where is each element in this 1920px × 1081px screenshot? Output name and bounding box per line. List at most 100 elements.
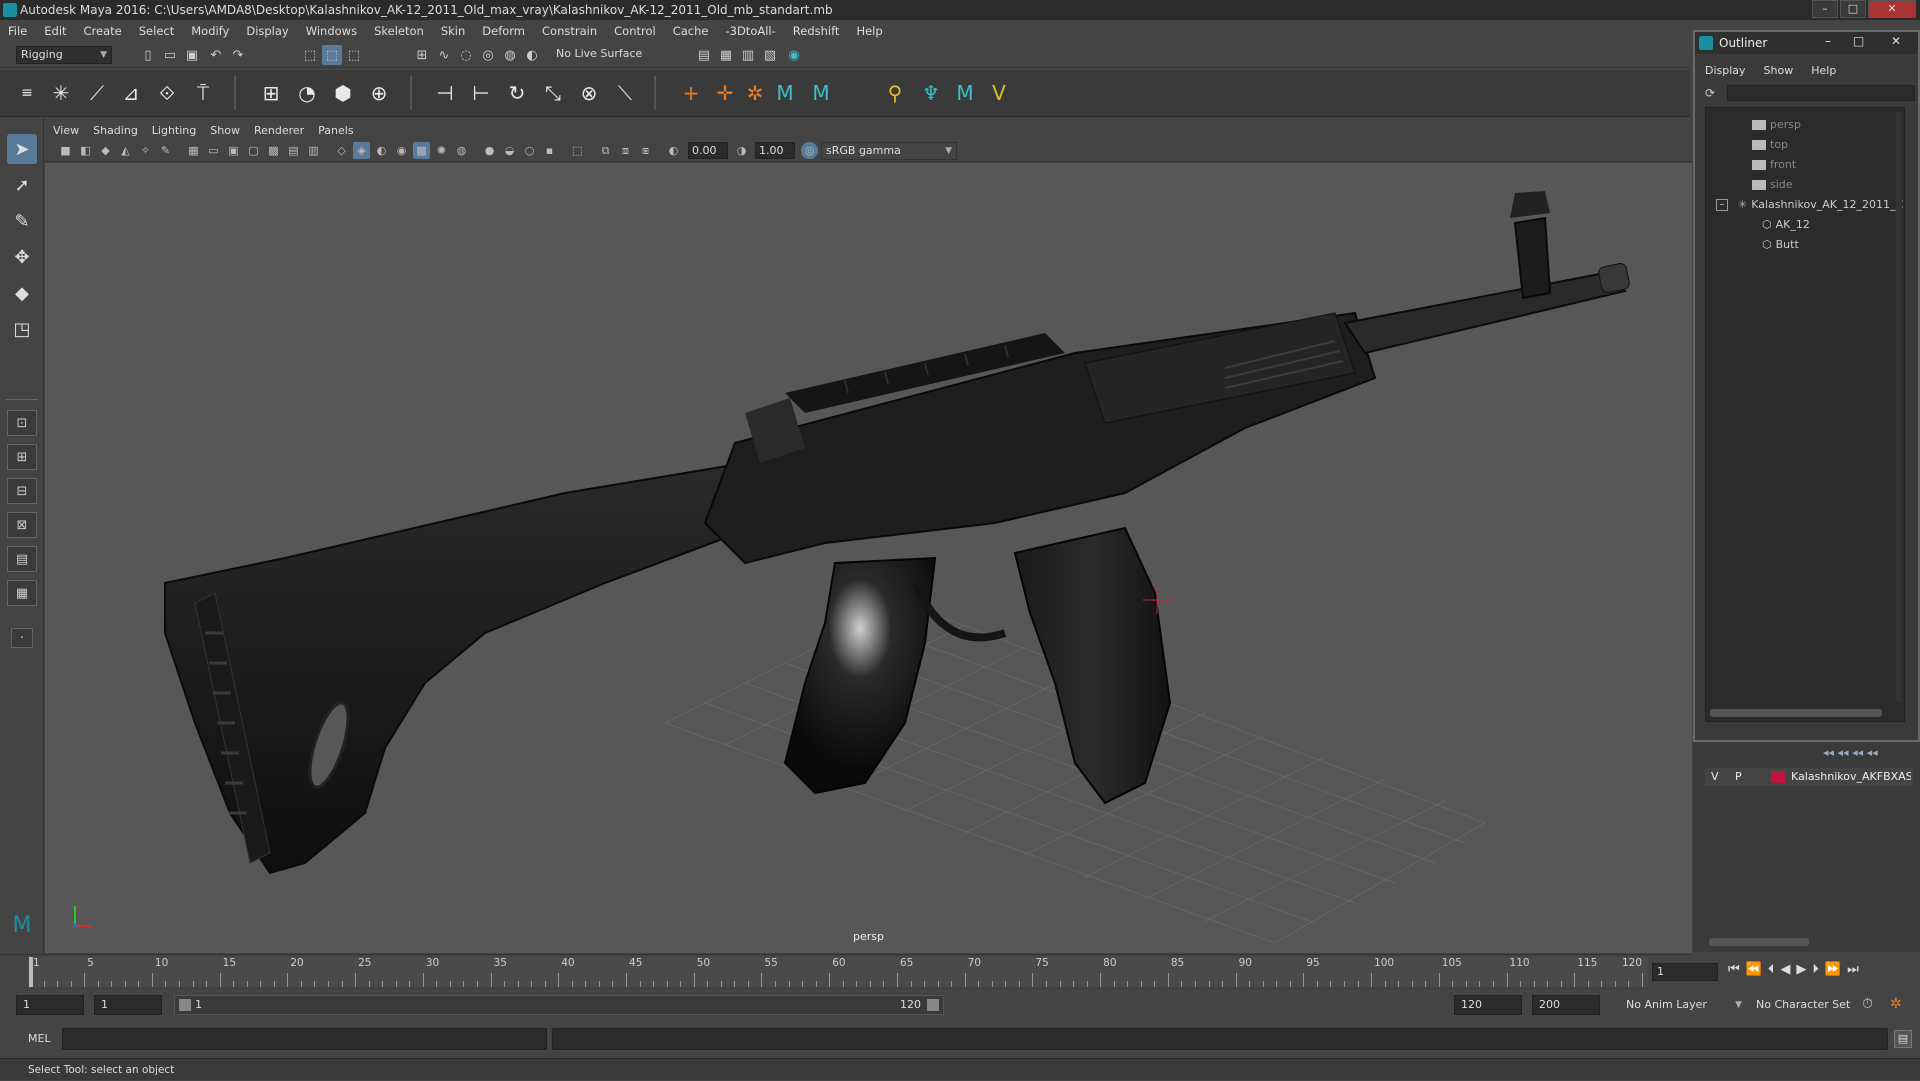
- hik-skeleton-icon[interactable]: ✛: [710, 78, 740, 108]
- render-view-icon[interactable]: ▧: [760, 45, 780, 65]
- panel-menu-renderer[interactable]: Renderer: [254, 124, 304, 137]
- end-time-field[interactable]: 200: [1532, 995, 1600, 1015]
- isolate-select-icon[interactable]: ⬚: [569, 142, 586, 159]
- paint-select-icon[interactable]: ✎: [7, 206, 37, 236]
- snap-surface-icon[interactable]: ◍: [500, 45, 520, 65]
- menu-cache[interactable]: Cache: [673, 24, 709, 38]
- ik-spline-icon[interactable]: ⊿: [116, 78, 146, 108]
- colorspace-dropdown[interactable]: sRGB gamma ▼: [821, 142, 957, 160]
- outliner-item-ak12[interactable]: ⬡ AK_12: [1762, 216, 1810, 234]
- go-to-start-icon[interactable]: ⏮: [1728, 962, 1740, 977]
- undo-icon[interactable]: ↶: [206, 45, 226, 65]
- menu-redshift[interactable]: Redshift: [793, 24, 840, 38]
- paint-weights-icon[interactable]: ◔: [292, 78, 322, 108]
- image-plane-icon[interactable]: ◭: [117, 142, 134, 159]
- camera-attr-icon[interactable]: ◧: [77, 142, 94, 159]
- exposure-field[interactable]: 0.00: [688, 142, 728, 159]
- maya-tool-icon[interactable]: M: [770, 78, 800, 108]
- panel-menu-view[interactable]: View: [53, 124, 79, 137]
- xray-icon[interactable]: ◉: [393, 142, 410, 159]
- scale-constraint-icon[interactable]: ⤡: [538, 78, 568, 108]
- menu-skin[interactable]: Skin: [441, 24, 465, 38]
- scale-tool-icon[interactable]: ◳: [7, 314, 37, 344]
- film-gate-icon[interactable]: ▭: [205, 142, 222, 159]
- step-back-key-icon[interactable]: ⏴: [1768, 962, 1775, 977]
- snap-view-icon[interactable]: ◎: [478, 45, 498, 65]
- outliner-item-kalashnikov[interactable]: – ✳ Kalashnikov_AK_12_2011_C: [1716, 196, 1903, 214]
- pole-vector-icon[interactable]: ⟍: [610, 78, 640, 108]
- depth-of-field-icon[interactable]: ▪: [541, 142, 558, 159]
- use-all-lights-icon[interactable]: ✺: [433, 142, 450, 159]
- play-forwards-icon[interactable]: ▶: [1796, 962, 1806, 977]
- anim-layer-dropdown[interactable]: No Anim Layer ▼: [1620, 995, 1744, 1015]
- wireframe-icon[interactable]: ◇: [333, 142, 350, 159]
- range-start-handle[interactable]: [179, 999, 191, 1011]
- menu-control[interactable]: Control: [614, 24, 656, 38]
- layer-playback-toggle[interactable]: P: [1735, 768, 1742, 786]
- outliner-menu-show[interactable]: Show: [1764, 64, 1794, 82]
- menu-skeleton[interactable]: Skeleton: [374, 24, 424, 38]
- 2d-pan-zoom-icon[interactable]: ✧: [137, 142, 154, 159]
- color-management-icon[interactable]: ◎: [801, 142, 818, 159]
- refresh-icon[interactable]: ⟳: [1705, 86, 1715, 100]
- open-scene-icon[interactable]: ▭: [160, 45, 180, 65]
- resolution-gate-icon[interactable]: ▣: [225, 142, 242, 159]
- render-frame-icon[interactable]: ▦: [716, 45, 736, 65]
- time-slider[interactable]: 1 5 10 15 20 25 30 35 40 45 50 55 60 65 70 75 80 85 90 95 10…: [0, 954, 1859, 990]
- close-button[interactable]: ✕: [1868, 0, 1916, 18]
- script-editor-icon[interactable]: ▤: [1894, 1030, 1912, 1048]
- outliner-item-persp[interactable]: persp: [1752, 116, 1801, 134]
- outliner-hscrollbar[interactable]: [1710, 709, 1882, 717]
- shadows-icon[interactable]: ◍: [453, 142, 470, 159]
- mel-label[interactable]: MEL: [28, 1032, 51, 1045]
- auto-key-icon[interactable]: ⏱: [1862, 996, 1873, 1012]
- select-hierarchy-icon[interactable]: ⬚: [300, 45, 320, 65]
- backface-culling-icon[interactable]: ⧆: [637, 142, 654, 159]
- outliner-item-butt[interactable]: ⬡ Butt: [1762, 236, 1799, 254]
- maya-tool-icon[interactable]: M: [806, 78, 836, 108]
- new-scene-icon[interactable]: ▯: [138, 45, 158, 65]
- rotate-tool-icon[interactable]: ◆: [7, 278, 37, 308]
- outliner-minimize-button[interactable]: –: [1825, 34, 1831, 48]
- menu-windows[interactable]: Windows: [306, 24, 357, 38]
- character-icon[interactable]: ⚲: [880, 78, 910, 108]
- bookmark-icon[interactable]: ◆: [97, 142, 114, 159]
- joint-tool-icon[interactable]: ✳: [46, 78, 76, 108]
- outliner-maximize-button[interactable]: □: [1853, 34, 1864, 48]
- playback-start-field[interactable]: 1: [94, 995, 162, 1015]
- outliner-item-top[interactable]: top: [1752, 136, 1788, 154]
- live-surface-field[interactable]: No Live Surface: [552, 46, 652, 64]
- outliner-item-side[interactable]: side: [1752, 176, 1793, 194]
- menu-display[interactable]: Display: [246, 24, 288, 38]
- field-chart-icon[interactable]: ▩: [265, 142, 282, 159]
- two-pane-layout-icon[interactable]: ⊟: [7, 478, 37, 504]
- go-to-end-icon[interactable]: ⏭: [1847, 962, 1859, 977]
- snap-point-icon[interactable]: ◌: [456, 45, 476, 65]
- lasso-tool-icon[interactable]: ➚: [7, 170, 37, 200]
- outliner-menu-display[interactable]: Display: [1705, 64, 1746, 82]
- layer-tools-icon[interactable]: ◂◂ ◂◂ ◂◂ ◂◂: [1823, 746, 1878, 759]
- anim-prefs-icon[interactable]: ✲: [1890, 996, 1902, 1012]
- hypershade-layout-icon[interactable]: ▦: [7, 580, 37, 606]
- grid-toggle-icon[interactable]: ▦: [185, 142, 202, 159]
- orient-constraint-icon[interactable]: ↻: [502, 78, 532, 108]
- outliner-vscrollbar[interactable]: [1896, 112, 1902, 702]
- current-frame-field[interactable]: 1: [1652, 963, 1718, 981]
- smooth-bind-icon[interactable]: ⊞: [256, 78, 286, 108]
- snap-curve-icon[interactable]: ∿: [434, 45, 454, 65]
- move-tool-icon[interactable]: ✥: [7, 242, 37, 272]
- select-component-icon[interactable]: ⬚: [344, 45, 364, 65]
- ik-handle-icon[interactable]: ⟋: [82, 78, 112, 108]
- xray-components-icon[interactable]: ⧈: [617, 142, 634, 159]
- maximize-button[interactable]: □: [1840, 0, 1866, 18]
- character-set-dropdown[interactable]: No Character Set: [1752, 995, 1862, 1015]
- panel-menu-shading[interactable]: Shading: [93, 124, 138, 137]
- menu-modify[interactable]: Modify: [191, 24, 229, 38]
- outliner-search-input[interactable]: [1727, 85, 1915, 101]
- safe-action-icon[interactable]: ▤: [285, 142, 302, 159]
- save-scene-icon[interactable]: ▣: [182, 45, 202, 65]
- start-time-field[interactable]: 1: [16, 995, 84, 1015]
- anti-alias-icon[interactable]: ○: [521, 142, 538, 159]
- current-time-indicator[interactable]: [29, 957, 33, 987]
- play-backwards-icon[interactable]: ◀: [1780, 962, 1790, 977]
